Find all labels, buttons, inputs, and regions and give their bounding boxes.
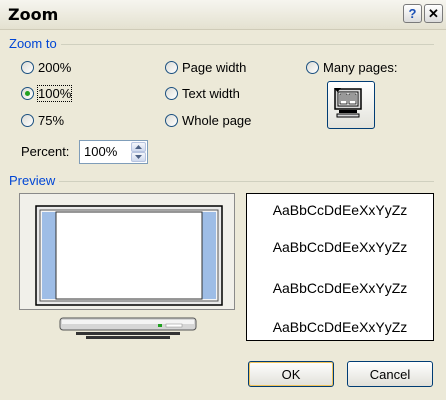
- preview-divider: [10, 181, 434, 182]
- sample-text-preview: AaBbCcDdEeXxYyZz AaBbCcDdEeXxYyZz AaBbCc…: [246, 193, 434, 341]
- cancel-button[interactable]: Cancel: [347, 361, 433, 387]
- radio-button[interactable]: [165, 60, 178, 74]
- percent-value[interactable]: 100%: [84, 144, 117, 159]
- radio-page-width[interactable]: Page width: [165, 58, 246, 76]
- radio-text-width[interactable]: Text width: [165, 84, 240, 102]
- radio-button[interactable]: [306, 60, 319, 74]
- radio-many-pages[interactable]: Many pages:: [306, 58, 397, 76]
- sample-text-line: AaBbCcDdEeXxYyZz: [272, 280, 408, 296]
- preview-label: Preview: [9, 173, 60, 188]
- chevron-down-icon: [334, 88, 341, 92]
- percent-label: Percent:: [21, 144, 70, 159]
- radio-75[interactable]: 75%: [21, 111, 64, 129]
- help-icon: ?: [408, 6, 417, 21]
- radio-button[interactable]: [165, 113, 178, 127]
- zoom-dialog: Zoom ? ✕ Zoom to 200% 100% 75% Page widt…: [0, 0, 446, 400]
- radio-button[interactable]: [165, 86, 178, 100]
- radio-button[interactable]: [21, 113, 34, 127]
- sample-text-line: AaBbCcDdEeXxYyZz: [272, 239, 408, 255]
- spin-up-button[interactable]: [131, 142, 146, 152]
- close-button[interactable]: ✕: [424, 4, 443, 23]
- radio-whole-page-label: Whole page: [182, 112, 252, 128]
- radio-100-label: 100%: [36, 84, 73, 102]
- radio-many-pages-label: Many pages:: [323, 59, 398, 75]
- monitor-stand-icon: [59, 317, 197, 339]
- chevron-down-icon: [135, 155, 142, 159]
- sample-text-line: AaBbCcDdEeXxYyZz: [272, 202, 408, 218]
- zoom-to-label: Zoom to: [9, 36, 61, 51]
- many-pages-button[interactable]: [327, 81, 375, 129]
- radio-page-width-label: Page width: [182, 59, 247, 75]
- spin-down-button[interactable]: [131, 152, 146, 162]
- radio-button-selected[interactable]: [21, 86, 34, 100]
- close-icon: ✕: [428, 6, 439, 21]
- radio-200[interactable]: 200%: [21, 58, 71, 76]
- monitor-preview-icon: [35, 205, 223, 306]
- chevron-up-icon: [135, 145, 142, 149]
- radio-75-label: 75%: [38, 112, 65, 128]
- ok-button[interactable]: OK: [248, 361, 334, 387]
- zoom-to-divider: [10, 44, 434, 45]
- percent-input[interactable]: 100%: [79, 140, 148, 164]
- radio-whole-page[interactable]: Whole page: [165, 111, 251, 129]
- many-pages-monitor-icon: [334, 88, 362, 118]
- radio-200-label: 200%: [38, 59, 72, 75]
- monitor-preview: [19, 193, 235, 310]
- title-bar[interactable]: Zoom ? ✕: [0, 0, 446, 30]
- sample-text-line: AaBbCcDdEeXxYyZz: [272, 319, 408, 335]
- dialog-title: Zoom: [8, 5, 59, 24]
- percent-spinner[interactable]: [131, 142, 146, 162]
- radio-text-width-label: Text width: [182, 85, 240, 101]
- radio-100[interactable]: 100%: [21, 84, 73, 102]
- help-button[interactable]: ?: [403, 4, 422, 23]
- radio-button[interactable]: [21, 60, 34, 74]
